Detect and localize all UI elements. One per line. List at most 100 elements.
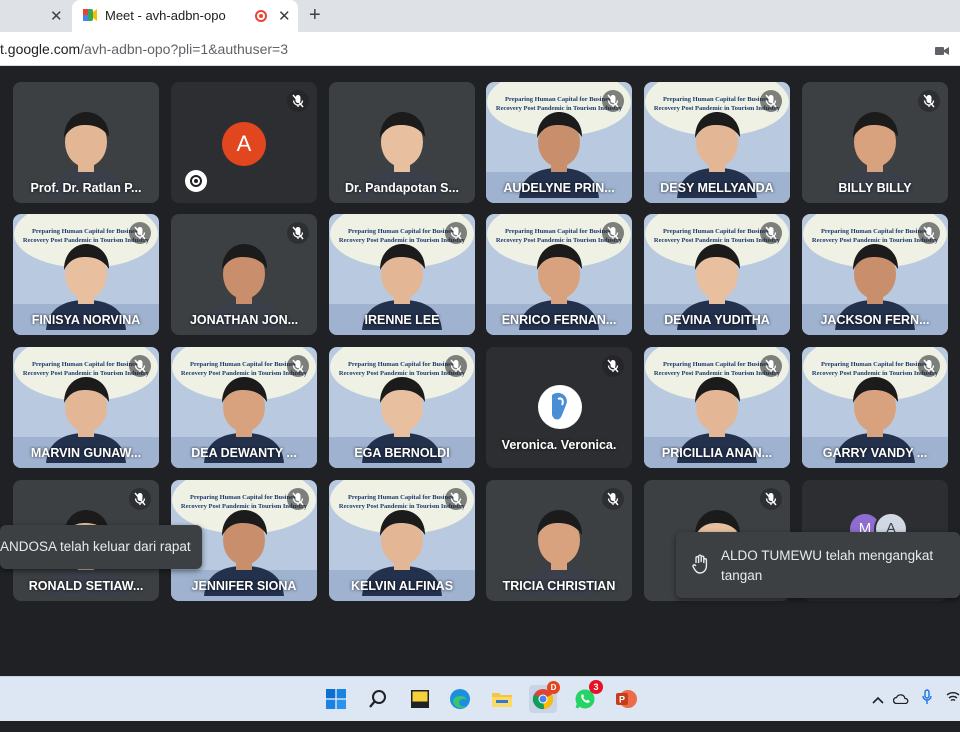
windows-icon[interactable] — [322, 685, 350, 713]
url-host: t.google.com — [0, 41, 81, 57]
mic-off-icon — [129, 355, 151, 377]
mic-off-icon — [445, 222, 467, 244]
mic-off-icon — [445, 355, 467, 377]
record-icon — [255, 10, 267, 22]
participant-name: Dr. Pandapotan S... — [345, 181, 459, 195]
participant-tile[interactable]: Preparing Human Capital for Business Reco… — [13, 347, 159, 468]
hand-icon — [692, 554, 710, 577]
raise-hand-toast[interactable]: ALDO TUMEWU telah mengangkat tangan — [676, 532, 960, 598]
tab-title: Meet - avh-adbn-opo — [105, 8, 226, 23]
mic-off-icon — [287, 222, 309, 244]
participant-name: MARVIN GUNAW... — [30, 446, 142, 460]
participant-tile[interactable]: Preparing Human Capital for Business Reco… — [802, 347, 948, 468]
participant-tile[interactable]: Preparing Human Capital for Business Reco… — [486, 82, 632, 203]
participant-tile[interactable]: Preparing Human Capital for Business Reco… — [171, 347, 317, 468]
mic-off-icon — [760, 90, 782, 112]
participant-name: TRICIA CHRISTIAN — [502, 579, 616, 593]
participant-name: FINISYA NORVINA — [31, 313, 141, 327]
mic-off-icon — [129, 222, 151, 244]
mic-off-icon — [918, 355, 940, 377]
meeting-area: Prof. Dr. Ratlan P... A Dr. Pandapotan S..… — [0, 66, 960, 720]
participant-name: DESY MELLYANDA — [660, 181, 774, 195]
meet-icon — [83, 9, 97, 21]
participant-name: JONATHAN JON... — [189, 313, 299, 327]
mic-off-icon — [602, 222, 624, 244]
toast-text: ANDOSA telah keluar dari rapat — [0, 539, 191, 554]
participant-name: DEVINA YUDITHA — [664, 313, 770, 327]
browser-tab-bar: ✕ Meet - avh-adbn-opo ✕ + — [0, 0, 960, 32]
participant-name: DEA DEWANTY ... — [191, 446, 297, 460]
sticky-notes-icon[interactable] — [406, 685, 434, 713]
participant-tile[interactable]: Veronica. Veronica. — [486, 347, 632, 468]
participant-name: BILLY BILLY — [838, 181, 912, 195]
close-icon[interactable]: ✕ — [50, 7, 63, 25]
participant-name: JENNIFER SIONA — [191, 579, 297, 593]
participant-tile[interactable]: Preparing Human Capital for Business Reco… — [802, 214, 948, 335]
url-text[interactable]: t.google.com/avh-adbn-opo?pli=1&authuser… — [0, 41, 288, 57]
participant-tile[interactable]: Prof. Dr. Ratlan P... — [13, 82, 159, 203]
participant-tile[interactable]: Preparing Human Capital for Business Reco… — [329, 347, 475, 468]
whatsapp-unread-badge: 3 — [589, 680, 603, 694]
windows-taskbar: D 3 P — [0, 676, 960, 721]
participant-tile[interactable]: A — [171, 82, 317, 203]
chevron-up-icon[interactable] — [872, 691, 884, 709]
participant-tile[interactable]: TRICIA CHRISTIAN — [486, 480, 632, 601]
participant-tile[interactable]: Preparing Human Capital for Business Reco… — [329, 214, 475, 335]
camera-permission-icon[interactable] — [935, 43, 949, 61]
participant-tile[interactable]: Preparing Human Capital for Business Reco… — [644, 347, 790, 468]
left-toast: ANDOSA telah keluar dari rapat — [0, 525, 202, 569]
browser-tab-previous[interactable]: ✕ — [0, 0, 70, 32]
chrome-profile-badge: D — [547, 681, 560, 694]
participant-name: IRENNE LEE — [364, 313, 440, 327]
close-icon[interactable]: ✕ — [278, 7, 291, 25]
powerpoint-icon[interactable]: P — [612, 685, 640, 713]
mic-off-icon — [918, 222, 940, 244]
participant-tile[interactable]: Preparing Human Capital for Business Reco… — [644, 82, 790, 203]
participant-tile[interactable]: Preparing Human Capital for Business Reco… — [644, 214, 790, 335]
participant-name: GARRY VANDY ... — [822, 446, 928, 460]
participant-name: Prof. Dr. Ratlan P... — [30, 181, 142, 195]
participant-tile[interactable]: Preparing Human Capital for Business Reco… — [13, 214, 159, 335]
participant-name: RONALD SETIAW... — [28, 579, 144, 593]
mic-off-icon — [760, 488, 782, 510]
url-path: /avh-adbn-opo?pli=1&authuser=3 — [80, 41, 288, 57]
address-bar[interactable]: t.google.com/avh-adbn-opo?pli=1&authuser… — [0, 32, 960, 66]
mic-off-icon — [287, 488, 309, 510]
participant-tile[interactable]: BILLY BILLY — [802, 82, 948, 203]
whatsapp-icon[interactable]: 3 — [571, 680, 603, 713]
chrome-icon[interactable]: D — [529, 681, 560, 713]
mic-off-icon — [602, 488, 624, 510]
toast-text: ALDO TUMEWU telah mengangkat tangan — [721, 548, 934, 583]
microphone-tray-icon[interactable] — [922, 689, 932, 710]
mic-off-icon — [602, 90, 624, 112]
mic-off-icon — [287, 90, 309, 112]
onedrive-icon[interactable] — [892, 691, 909, 709]
participant-tile[interactable]: Preparing Human Capital for Business Reco… — [329, 480, 475, 601]
presenting-icon — [185, 170, 207, 192]
svg-text:P: P — [619, 695, 625, 705]
mic-off-icon — [445, 488, 467, 510]
participant-tile[interactable]: Preparing Human Capital for Business Reco… — [486, 214, 632, 335]
participant-tile[interactable]: Dr. Pandapotan S... — [329, 82, 475, 203]
wifi-icon[interactable] — [946, 690, 960, 708]
file-explorer-icon[interactable] — [488, 685, 516, 713]
participant-name: PRICILLIA ANAN... — [661, 446, 773, 460]
participant-name: JACKSON FERN... — [820, 313, 930, 327]
mic-off-icon — [287, 355, 309, 377]
participant-name: EGA BERNOLDI — [354, 446, 450, 460]
avatar: A — [222, 122, 266, 166]
participant-name: KELVIN ALFINAS — [350, 579, 454, 593]
mic-off-icon — [918, 90, 940, 112]
participant-name: AUDELYNE PRIN... — [503, 181, 615, 195]
new-tab-button[interactable]: + — [309, 4, 321, 27]
participant-name: ENRICO FERNAN... — [501, 313, 617, 327]
participant-tile[interactable]: JONATHAN JON... — [171, 214, 317, 335]
browser-tab-meet[interactable]: Meet - avh-adbn-opo ✕ — [72, 0, 298, 32]
search-icon[interactable] — [364, 685, 392, 713]
participant-name: Veronica. Veronica. — [501, 438, 617, 452]
edge-icon[interactable] — [446, 685, 474, 713]
mic-off-icon — [602, 355, 624, 377]
mic-off-icon — [760, 222, 782, 244]
avatar — [538, 385, 582, 429]
mic-off-icon — [760, 355, 782, 377]
